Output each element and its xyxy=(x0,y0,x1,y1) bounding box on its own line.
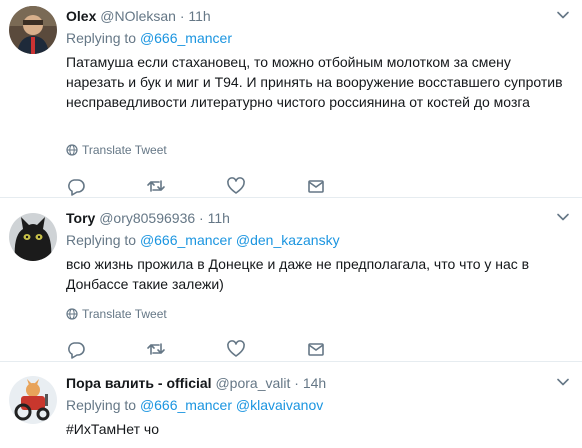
globe-icon xyxy=(66,308,78,320)
timestamp[interactable]: 14h xyxy=(303,375,326,391)
timestamp[interactable]: 11h xyxy=(208,210,230,226)
like-icon[interactable] xyxy=(226,176,246,196)
chevron-down-icon[interactable] xyxy=(556,8,570,22)
tweet-header: Tory @ory80596936 · 11h xyxy=(66,208,570,228)
message-icon[interactable] xyxy=(306,339,326,359)
tweet-text: Патамуша если стахановец, то можно отбой… xyxy=(66,54,563,110)
reply-mention-link[interactable]: @666_mancer xyxy=(140,30,232,46)
tweet-actions xyxy=(66,176,386,196)
avatar[interactable] xyxy=(9,213,57,261)
replying-prefix: Replying to xyxy=(66,232,137,248)
retweet-icon[interactable] xyxy=(146,339,166,359)
tweet-text: всю жизнь прожила в Донецке и даже не пр… xyxy=(66,256,530,292)
user-handle[interactable]: @ory80596936 xyxy=(99,210,195,226)
tweet-header: Olex @NOleksan · 11h xyxy=(66,6,570,26)
reply-mention-link[interactable]: @666_mancer xyxy=(140,397,232,413)
display-name[interactable]: Tory xyxy=(66,210,95,226)
like-icon[interactable] xyxy=(226,339,246,359)
reply-mention-link[interactable]: @den_kazansky xyxy=(236,232,340,248)
translate-tweet-link[interactable]: Translate Tweet xyxy=(66,307,167,321)
tweet-header: Пора валить - official @pora_valit · 14h xyxy=(66,373,570,393)
avatar[interactable] xyxy=(9,376,57,424)
user-handle[interactable]: @NOleksan xyxy=(100,8,176,24)
retweet-icon[interactable] xyxy=(146,176,166,196)
tweet-text: #ИхТамНет чо xyxy=(66,421,159,437)
reply-mention-link[interactable]: @666_mancer xyxy=(140,232,232,248)
replying-to: Replying to @666_mancer @klavaivanov xyxy=(66,395,570,415)
reply-mention-link[interactable]: @klavaivanov xyxy=(236,397,323,413)
globe-icon xyxy=(66,144,78,156)
chevron-down-icon[interactable] xyxy=(556,210,570,224)
separator-dot: · xyxy=(179,8,185,24)
separator-dot: · xyxy=(294,375,299,391)
timestamp[interactable]: 11h xyxy=(188,8,210,24)
reply-icon[interactable] xyxy=(66,339,86,359)
display-name[interactable]: Пора валить - official xyxy=(66,375,212,391)
message-icon[interactable] xyxy=(306,176,326,196)
user-handle[interactable]: @pora_valit xyxy=(215,375,290,391)
tweet[interactable]: Пора валить - official @pora_valit · 14h… xyxy=(0,363,582,448)
tweet-actions xyxy=(66,339,386,359)
display-name[interactable]: Olex xyxy=(66,8,96,24)
tweet[interactable]: Olex @NOleksan · 11h Replying to @666_ma… xyxy=(0,0,582,198)
chevron-down-icon[interactable] xyxy=(556,375,570,389)
translate-tweet-link[interactable]: Translate Tweet xyxy=(66,143,167,157)
replying-prefix: Replying to xyxy=(66,397,137,413)
translate-label: Translate Tweet xyxy=(82,307,167,321)
translate-label: Translate Tweet xyxy=(82,143,167,157)
avatar[interactable] xyxy=(9,6,57,54)
reply-icon[interactable] xyxy=(66,176,86,196)
replying-to: Replying to @666_mancer xyxy=(66,28,570,48)
tweet[interactable]: Tory @ory80596936 · 11h Replying to @666… xyxy=(0,199,582,362)
replying-prefix: Replying to xyxy=(66,30,137,46)
replying-to: Replying to @666_mancer @den_kazansky xyxy=(66,230,570,250)
separator-dot: · xyxy=(199,210,204,226)
